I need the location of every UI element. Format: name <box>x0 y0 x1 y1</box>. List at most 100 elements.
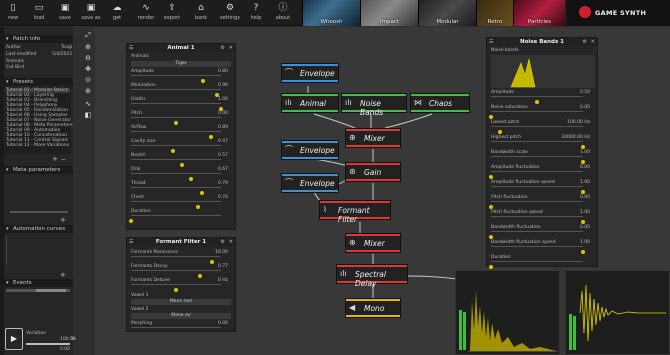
param-slider[interactable] <box>489 201 583 209</box>
zoom-out-icon[interactable]: ⊖ <box>84 54 92 62</box>
node-formant-filter[interactable]: ⌇ Formant Filter <box>319 200 391 224</box>
param-slider[interactable] <box>491 126 583 134</box>
param-value[interactable]: 0.00 <box>218 111 228 116</box>
play-button[interactable]: ▶ <box>5 328 23 350</box>
add-meta-parameter-icon[interactable]: + <box>60 216 66 224</box>
param-value[interactable]: 1.00 <box>218 97 228 102</box>
node-gain[interactable]: ⊛ Gain <box>345 162 401 182</box>
param-value[interactable]: 0.67 <box>218 167 228 172</box>
param-slider[interactable] <box>131 270 221 278</box>
help-button[interactable]: ? help <box>243 0 269 26</box>
preset-tab-whoosh[interactable]: Whoosh <box>302 0 360 26</box>
param-slider[interactable] <box>491 156 585 164</box>
waveform-icon[interactable]: ∿ <box>84 100 92 108</box>
param-value[interactable]: 0.00 <box>580 165 590 170</box>
spectrum-scope[interactable] <box>455 270 560 355</box>
param-slider[interactable] <box>131 89 221 97</box>
slider-knob[interactable] <box>489 115 493 119</box>
slider-knob[interactable] <box>489 265 493 269</box>
add-automation-icon[interactable]: + <box>60 271 66 279</box>
noise-spectrum-graph[interactable] <box>491 55 595 88</box>
param-slider[interactable] <box>491 96 583 104</box>
settings-button[interactable]: ⚙ settings <box>217 0 243 26</box>
param-value[interactable]: 0.47 <box>218 139 228 144</box>
slider-knob[interactable] <box>489 175 493 179</box>
param-value[interactable]: 0.89 <box>218 125 228 130</box>
param-value[interactable]: 1.00 <box>580 150 590 155</box>
param-slider[interactable] <box>491 141 585 149</box>
param-value[interactable]: 0.57 <box>218 153 228 158</box>
slider-knob[interactable] <box>535 100 539 104</box>
load-button[interactable]: ▭ load <box>26 0 52 26</box>
center-view-icon[interactable]: ✥ <box>84 65 92 73</box>
save-as-button[interactable]: ▣ save as <box>78 0 104 26</box>
vowel2-select[interactable]: Mane /e/ <box>131 313 231 319</box>
get-button[interactable]: ☁ get <box>104 0 130 26</box>
close-icon[interactable]: ✕ <box>229 44 233 52</box>
new-button[interactable]: ▯ new <box>0 0 26 26</box>
param-value[interactable]: 0.00 <box>580 225 590 230</box>
param-value[interactable]: 0.79 <box>218 181 228 186</box>
mute-icon[interactable]: ◧ <box>84 111 92 119</box>
menu-icon[interactable]: ☰ <box>129 44 133 52</box>
event-marker[interactable] <box>36 289 66 292</box>
param-value[interactable]: 0.00 <box>580 195 590 200</box>
param-slider[interactable] <box>131 284 221 292</box>
param-value[interactable]: 0.74 <box>218 195 228 200</box>
node-envelope-2[interactable]: ⌒ Envelope <box>281 140 339 160</box>
add-preset-icon[interactable]: + <box>52 155 58 163</box>
param-slider[interactable] <box>131 173 221 181</box>
slider-knob[interactable] <box>581 250 585 254</box>
param-slider[interactable] <box>131 201 221 209</box>
param-slider[interactable] <box>131 131 221 139</box>
param-value[interactable]: 0 Hz <box>218 278 228 283</box>
preset-list-item[interactable]: Tutorial 12 - More Variations <box>6 143 69 148</box>
settings-icon[interactable]: ⚙ <box>583 38 587 46</box>
param-slider[interactable] <box>491 216 585 224</box>
node-envelope-3[interactable]: ⌒ Envelope <box>281 173 339 193</box>
param-value[interactable]: 0.77 <box>218 264 228 269</box>
animal-preset-select[interactable]: Tiger <box>131 61 231 67</box>
param-slider[interactable] <box>131 103 223 111</box>
slider-knob[interactable] <box>498 130 503 134</box>
param-value[interactable]: 1.00 <box>580 180 590 185</box>
remove-preset-icon[interactable]: − <box>61 156 66 163</box>
presets-header[interactable]: Presets <box>4 78 73 86</box>
slider-knob[interactable] <box>174 288 178 292</box>
param-value[interactable]: 0.96 <box>218 83 228 88</box>
select-tool-icon[interactable]: ⤢ <box>84 31 92 39</box>
param-value[interactable]: 20000.00 Hz <box>561 135 590 140</box>
bank-button[interactable]: ⌂ bank <box>188 0 214 26</box>
node-mixer-1[interactable]: ⊕ Mixer <box>345 128 401 148</box>
event-row[interactable] <box>6 289 70 292</box>
menu-icon[interactable]: ☰ <box>489 38 493 46</box>
param-value[interactable]: 0.80 <box>218 69 228 74</box>
zoom-in-icon[interactable]: ⊕ <box>84 43 92 51</box>
settings-icon[interactable]: ⚙ <box>221 238 225 246</box>
param-slider[interactable] <box>131 256 221 264</box>
param-slider[interactable] <box>131 187 221 195</box>
snap-icon[interactable]: ⊛ <box>84 87 92 95</box>
about-button[interactable]: ⓘ about <box>270 0 296 26</box>
param-slider[interactable] <box>489 261 583 269</box>
param-slider[interactable] <box>491 246 585 254</box>
param-slider[interactable] <box>489 111 583 119</box>
preset-tab-retro[interactable]: Retro <box>476 0 513 26</box>
param-slider[interactable] <box>489 171 583 179</box>
automation-curves-header[interactable]: Automation curves <box>4 225 73 233</box>
slider-knob[interactable] <box>581 160 585 164</box>
node-mixer-2[interactable]: ⊕ Mixer <box>345 233 401 253</box>
slider-knob[interactable] <box>581 145 585 149</box>
node-mono-output[interactable]: ◀ Mono <box>345 298 401 318</box>
slider-knob[interactable] <box>489 205 493 209</box>
node-spectral-delay[interactable]: ılı Spectral Delay <box>336 264 408 288</box>
param-slider[interactable] <box>131 145 221 153</box>
param-value[interactable]: 1.00 <box>580 210 590 215</box>
preset-tab-particles[interactable]: Particles <box>513 0 565 26</box>
meta-parameters-header[interactable]: Meta parameters <box>4 166 73 174</box>
node-noise-bands[interactable]: ılı Noise Bands <box>341 93 407 117</box>
fit-view-icon[interactable]: ⊙ <box>84 76 92 84</box>
vowel1-select[interactable]: Mane /ae/ <box>131 299 231 305</box>
param-value[interactable]: 1.00 <box>580 240 590 245</box>
preset-tab-impact[interactable]: Impact <box>360 0 418 26</box>
